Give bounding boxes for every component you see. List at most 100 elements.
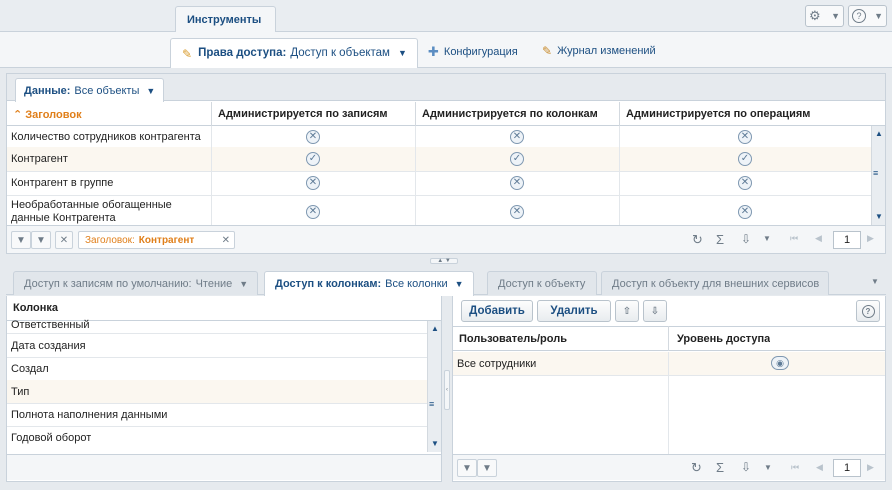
column-header-title[interactable]: ⌃ Заголовок [13,108,82,121]
divider [211,102,212,126]
row-title: Количество сотрудников контрагента [11,131,201,143]
sort-up-icon: ⌃ [13,109,26,121]
table-row[interactable]: Контрагент ✓ ✓ ✓ [7,147,871,171]
list-item-label: Создал [11,363,49,375]
tab-default-access[interactable]: Доступ к записям по умолчанию: Чтение ▼ [13,271,259,295]
chevron-down-icon[interactable]: ▼ [763,234,771,243]
rights-footer: ▼ ▼ ↻ Σ ⇩ ▼ ⏮ ◀ 1 ▶ [453,454,885,480]
refresh-icon[interactable]: ↻ [691,460,702,476]
column-header-user[interactable]: Пользователь/роль [459,333,567,345]
row-title: Необработанные обогащенные данные Контра… [11,199,172,224]
clear-filter-icon[interactable]: ✕ [55,231,73,249]
move-down-icon[interactable]: ⇩ [643,300,667,322]
close-icon: ✕ [306,205,320,219]
list-item[interactable]: Создал [7,357,427,380]
key-icon: ✎ [182,47,193,61]
access-rights-label: Права доступа: [198,47,287,59]
question-icon: ? [852,9,866,23]
list-item[interactable]: Полнота наполнения данными [7,403,427,426]
chevron-down-icon[interactable]: ▼ [764,463,772,472]
list-item-label: Годовой оборот [11,432,92,444]
move-up-icon[interactable]: ⇧ [615,300,639,322]
divider [415,126,416,225]
tab-changelog[interactable]: ✎ Журнал изменений [542,44,656,58]
column-list-header: Колонка [13,302,58,314]
data-filter-label: Данные: [24,85,71,97]
column-header-level[interactable]: Уровень доступа [677,333,770,345]
column-header-operations[interactable]: Администрируется по операциям [626,108,810,120]
settings-button[interactable]: ⚙ ▼ [805,5,844,27]
tab-tools[interactable]: Инструменты [175,6,276,33]
configuration-label: Конфигурация [443,46,518,58]
delete-button[interactable]: Удалить [537,300,611,322]
panel-splitter[interactable]: ▲ ▼ [430,258,458,264]
check-icon: ✓ [738,152,752,166]
first-page-icon[interactable]: ⏮ [790,233,798,244]
filter-settings-icon[interactable]: ▼ [477,459,497,477]
question-icon: ? [861,304,875,318]
export-icon[interactable]: ⇩ [741,460,751,474]
data-filter-tab[interactable]: Данные: Все объекты ▼ [15,78,165,102]
next-page-icon[interactable]: ▶ [867,462,874,473]
row-title: Контрагент [11,153,68,165]
filter-tag-label: Заголовок: [85,234,135,246]
close-icon: ✕ [306,176,320,190]
chevron-down-icon: ▼ [146,86,156,96]
prev-page-icon[interactable]: ◀ [815,233,822,244]
column-header-columns[interactable]: Администрируется по колонкам [422,108,598,120]
page-number-input[interactable]: 1 [833,231,861,249]
refresh-icon[interactable]: ↻ [692,232,703,248]
next-page-icon[interactable]: ▶ [867,233,874,244]
sum-icon[interactable]: Σ [716,232,724,247]
columns-footer [7,454,441,480]
vertical-scrollbar[interactable]: ▲ ≡ ▼ [427,321,441,452]
columns-panel: Колонка Ответственный Дата создания Созд… [6,296,442,482]
tab-configuration[interactable]: ✚ Конфигурация [428,44,518,60]
divider [668,326,669,351]
list-item-label: Тип [11,386,30,398]
scroll-down-icon: ▼ [431,439,439,448]
column-access-value: Все колонки [385,278,448,290]
sum-icon[interactable]: Σ [716,460,724,475]
table-row[interactable]: Все сотрудники ◉ [453,352,885,376]
changelog-label: Журнал изменений [557,45,656,57]
add-button[interactable]: Добавить [461,300,533,322]
help-button[interactable]: ? [856,300,880,322]
tabs-menu-icon[interactable]: ▼ [871,277,879,286]
close-icon: ✕ [738,176,752,190]
filter-tag[interactable]: Заголовок: Контрагент ✕ [78,231,235,249]
vertical-splitter[interactable]: ‹ [444,370,450,410]
export-icon[interactable]: ⇩ [741,232,751,246]
tab-external-access[interactable]: Доступ к объекту для внешних сервисов [601,271,830,295]
top-bar [0,0,892,32]
column-header-records[interactable]: Администрируется по записям [218,108,388,120]
page-number-input[interactable]: 1 [833,459,861,477]
table-row[interactable]: Необработанные обогащенные данные Контра… [7,195,871,225]
row-title: Контрагент в группе [11,177,114,189]
divider [668,352,669,454]
tab-column-access[interactable]: Доступ к колонкам: Все колонки ▼ [264,271,474,296]
filter-icon[interactable]: ▼ [11,231,31,249]
tab-access-rights[interactable]: ✎ Права доступа: Доступ к объектам ▼ [170,38,418,68]
close-icon: ✕ [306,130,320,144]
rights-panel: Добавить Удалить ⇧ ⇩ ? Пользователь/роль… [452,296,886,482]
tab-object-access[interactable]: Доступ к объекту [487,271,597,295]
vertical-scrollbar[interactable]: ▲ ≡ ▼ [871,126,885,225]
help-button[interactable]: ? ▼ [848,5,887,27]
check-icon: ✓ [510,152,524,166]
list-item[interactable]: Дата создания [7,334,427,357]
prev-page-icon[interactable]: ◀ [816,462,823,473]
row-user: Все сотрудники [457,358,537,370]
chevron-down-icon: ▼ [397,48,407,58]
scroll-grip-icon: ≡ [873,168,879,178]
close-icon[interactable]: ✕ [222,235,230,246]
scroll-up-icon: ▲ [431,324,439,333]
table-row[interactable]: Контрагент в группе ✕ ✕ ✕ [7,171,871,195]
filter-settings-icon[interactable]: ▼ [31,231,51,249]
close-icon: ✕ [510,205,524,219]
first-page-icon[interactable]: ⏮ [791,462,799,473]
check-icon: ✓ [306,152,320,166]
list-item[interactable]: Тип [7,380,427,403]
filter-icon[interactable]: ▼ [457,459,477,477]
list-item[interactable]: Годовой оборот [7,426,427,449]
